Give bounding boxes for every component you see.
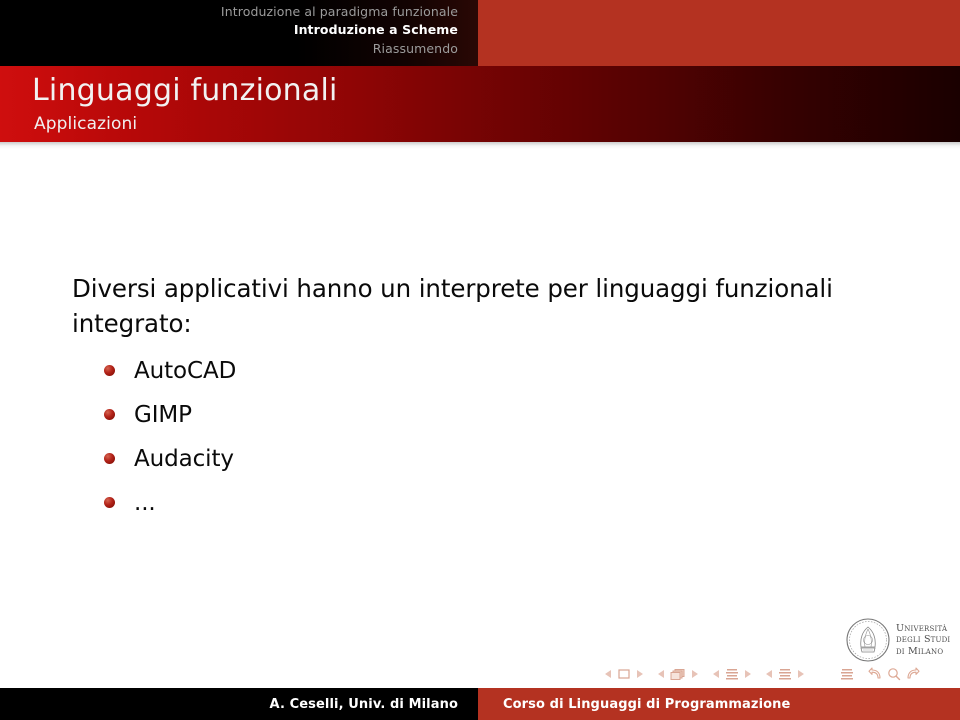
go-back-icon[interactable]	[868, 667, 883, 681]
header-right-panel	[478, 0, 960, 66]
go-forward-icon[interactable]	[905, 667, 920, 681]
list-item-label: ...	[134, 490, 156, 517]
list-item: GIMP	[100, 398, 800, 432]
nav-group-history[interactable]	[866, 667, 922, 681]
subsection-icon[interactable]	[725, 668, 739, 681]
slide-content: Diversi applicativi hanno un interprete …	[0, 149, 960, 679]
footer-author: A. Ceselli, Univ. di Milano	[0, 688, 478, 720]
prev-section-arrow[interactable]	[765, 668, 774, 680]
bullet-dot-icon	[104, 497, 115, 509]
title-bar-shadow	[0, 142, 960, 149]
next-section-arrow[interactable]	[796, 668, 805, 680]
university-logo: Università degli Studi di Milano	[845, 614, 955, 666]
slide-subtitle: Applicazioni	[34, 114, 138, 134]
beamer-navigation-bar[interactable]	[604, 666, 922, 682]
search-icon[interactable]	[887, 667, 901, 681]
nav-item-introduzione-a-scheme[interactable]: Introduzione a Scheme	[0, 21, 468, 39]
section-icon[interactable]	[778, 668, 792, 681]
document-icon[interactable]	[840, 668, 854, 681]
university-logo-line1: Università	[896, 622, 948, 634]
list-item: Audacity	[100, 442, 800, 476]
nav-group-frame[interactable]	[657, 668, 699, 681]
prev-subsection-arrow[interactable]	[712, 668, 721, 680]
list-item: ...	[100, 486, 800, 520]
university-logo-line2: degli Studi	[896, 634, 951, 646]
list-item: AutoCAD	[100, 354, 800, 388]
footer-course: Corso di Linguaggi di Programmazione	[478, 688, 960, 720]
slide-title-bar: Linguaggi funzionali Applicazioni	[0, 66, 960, 142]
next-frame-arrow[interactable]	[690, 668, 699, 680]
university-logo-line3: di Milano	[896, 645, 944, 657]
university-crest-icon	[846, 618, 890, 662]
application-list: AutoCAD GIMP Audacity ...	[100, 354, 800, 530]
next-subsection-arrow[interactable]	[743, 668, 752, 680]
university-logo-text: Università degli Studi di Milano	[896, 623, 950, 658]
slide-header: Introduzione al paradigma funzionale Int…	[0, 0, 960, 66]
frame-stack-icon[interactable]	[670, 668, 686, 681]
nav-group-subsection[interactable]	[712, 668, 752, 681]
intro-paragraph: Diversi applicativi hanno un interprete …	[72, 274, 833, 338]
nav-item-riassumendo[interactable]: Riassumendo	[0, 40, 468, 58]
next-slide-arrow[interactable]	[635, 668, 644, 680]
nav-group-slide[interactable]	[604, 668, 644, 680]
list-item-label: GIMP	[134, 402, 192, 429]
bullet-dot-icon	[104, 409, 115, 421]
section-navigation[interactable]: Introduzione al paradigma funzionale Int…	[0, 3, 468, 58]
slide-footer: A. Ceselli, Univ. di Milano Corso di Lin…	[0, 688, 960, 720]
slide-icon[interactable]	[617, 668, 631, 680]
slide-title: Linguaggi funzionali	[32, 73, 338, 108]
nav-group-section[interactable]	[765, 668, 805, 681]
bullet-dot-icon	[104, 365, 115, 376]
bullet-dot-icon	[104, 453, 115, 465]
nav-item-introduzione-al-paradigma-funzionale[interactable]: Introduzione al paradigma funzionale	[0, 3, 468, 21]
prev-slide-arrow[interactable]	[604, 668, 613, 680]
header-left-panel: Introduzione al paradigma funzionale Int…	[0, 0, 478, 66]
list-item-label: Audacity	[134, 446, 234, 473]
prev-frame-arrow[interactable]	[657, 668, 666, 680]
list-item-label: AutoCAD	[134, 358, 237, 384]
